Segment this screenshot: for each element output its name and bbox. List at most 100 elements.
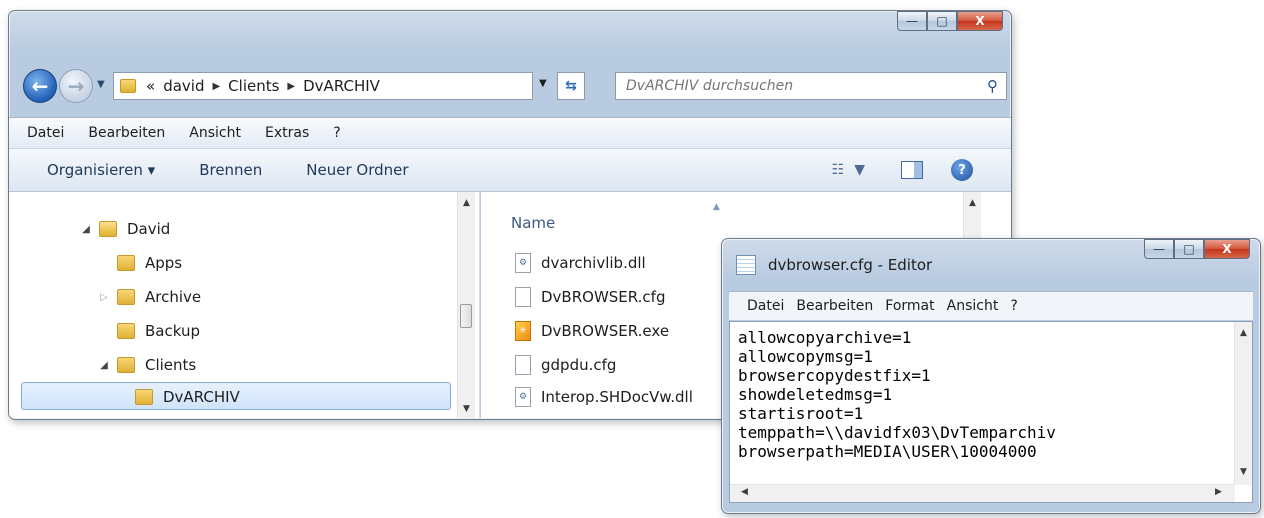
address-dropdown-icon[interactable]: ▼ [539, 78, 547, 89]
folder-icon [117, 323, 135, 339]
tree-item-clients[interactable]: ◢ Clients [97, 350, 196, 380]
text-line: allowcopymsg=1 [738, 347, 873, 366]
collapsed-arrow-icon[interactable]: ▷ [97, 292, 111, 303]
notepad-title-bar: dvbrowser.cfg - Editor [736, 255, 932, 275]
search-icon[interactable]: ⚲ [987, 77, 998, 95]
navigation-scrollbar[interactable]: ▲ ▼ [457, 192, 475, 418]
minimize-button[interactable]: — [1144, 239, 1174, 259]
tree-item-label: Archive [145, 288, 202, 306]
menu-bearbeiten[interactable]: Bearbeiten [88, 125, 165, 141]
breadcrumb-dvarchiv[interactable]: DvARCHIV [303, 77, 380, 95]
search-box[interactable]: ⚲ [615, 72, 1007, 100]
organize-button[interactable]: Organisieren ▾ [47, 161, 155, 179]
address-row: ← → ▼ « david ▶ Clients ▶ DvARCHIV ▼ ⇆ ⚲ [23, 69, 1007, 103]
tree-item-archive[interactable]: ▷ Archive [97, 282, 201, 312]
arrow-left-icon: ← [31, 74, 49, 98]
minimize-button[interactable]: — [897, 11, 927, 31]
text-line: browserpath=MEDIA\USER\10004000 [738, 442, 1037, 461]
tree-item-label: Backup [145, 322, 200, 340]
breadcrumb-overflow[interactable]: « [146, 77, 155, 95]
tree-item-dvarchiv[interactable]: DvARCHIV [115, 382, 240, 412]
sort-ascending-icon: ▲ [713, 202, 720, 212]
navigation-pane: ◢ David Apps ▷ Archive Backup ◢ Clients [9, 192, 480, 418]
notepad-caption-buttons: — □ X [1144, 239, 1250, 259]
file-item[interactable]: ⚙ Interop.SHDocVw.dll [515, 382, 693, 412]
menu-ansicht[interactable]: Ansicht [189, 125, 241, 141]
expanded-arrow-icon[interactable]: ◢ [97, 360, 111, 371]
dll-file-icon: ⚙ [515, 253, 531, 273]
expanded-arrow-icon[interactable]: ◢ [79, 224, 93, 235]
file-name: gdpdu.cfg [541, 356, 617, 374]
menu-help[interactable]: ? [333, 125, 340, 141]
breadcrumb-separator-icon[interactable]: ▶ [287, 81, 295, 92]
editor-horizontal-scrollbar[interactable]: ◀ ▶ [730, 484, 1235, 502]
file-item[interactable]: gdpdu.cfg [515, 350, 616, 380]
scroll-up-icon[interactable]: ▲ [1235, 328, 1252, 338]
folder-icon [117, 255, 135, 271]
scroll-down-icon[interactable]: ▼ [458, 404, 475, 414]
back-button[interactable]: ← [23, 69, 57, 103]
preview-pane-icon[interactable] [901, 161, 923, 179]
file-name: dvarchivlib.dll [541, 254, 646, 272]
forward-button[interactable]: → [59, 69, 93, 103]
tree-item-label: Apps [145, 254, 183, 272]
maximize-button[interactable]: □ [927, 11, 957, 31]
help-icon[interactable]: ? [951, 159, 973, 181]
refresh-icon: ⇆ [565, 78, 577, 94]
breadcrumb-clients[interactable]: Clients [228, 77, 279, 95]
text-line: startisroot=1 [738, 404, 864, 423]
text-line: browsercopydestfix=1 [738, 366, 931, 385]
text-line: temppath=\\davidfx03\DvTemparchiv [738, 423, 1056, 442]
editor-vertical-scrollbar[interactable]: ▲ ▼ [1234, 322, 1252, 485]
notepad-title: dvbrowser.cfg - Editor [768, 256, 933, 274]
file-name: DvBROWSER.cfg [541, 288, 666, 306]
new-folder-button[interactable]: Neuer Ordner [306, 161, 408, 179]
menu-extras[interactable]: Extras [265, 125, 309, 141]
folder-icon [135, 389, 153, 405]
recent-pages-dropdown[interactable]: ▼ [97, 79, 105, 90]
explorer-menu-bar: Datei Bearbeiten Ansicht Extras ? [9, 117, 1011, 149]
scroll-left-icon[interactable]: ◀ [736, 487, 753, 497]
folder-icon [117, 357, 135, 373]
text-line: allowcopyarchive=1 [738, 328, 912, 347]
notepad-menu-bar: Datei Bearbeiten Format Ansicht ? [729, 291, 1253, 320]
folder-icon [117, 289, 135, 305]
scroll-thumb[interactable] [460, 304, 472, 328]
menu-datei[interactable]: Datei [747, 298, 784, 314]
burn-button[interactable]: Brennen [199, 161, 262, 179]
breadcrumb-separator-icon[interactable]: ▶ [212, 81, 220, 92]
folder-icon [120, 79, 136, 93]
text-editor-area[interactable]: allowcopyarchive=1 allowcopymsg=1 browse… [729, 321, 1253, 503]
file-item[interactable]: ✳ DvBROWSER.exe [515, 316, 669, 346]
scroll-up-icon[interactable]: ▲ [964, 198, 981, 208]
view-options-dropdown-icon[interactable]: ▼ [854, 162, 865, 178]
file-item[interactable]: DvBROWSER.cfg [515, 282, 665, 312]
close-button[interactable]: X [957, 11, 1003, 31]
menu-ansicht[interactable]: Ansicht [947, 298, 999, 314]
menu-format[interactable]: Format [885, 298, 934, 314]
scroll-right-icon[interactable]: ▶ [1210, 487, 1227, 497]
menu-datei[interactable]: Datei [27, 125, 64, 141]
close-button[interactable]: X [1204, 239, 1250, 259]
maximize-button[interactable]: □ [1174, 239, 1204, 259]
arrow-right-icon: → [67, 74, 85, 98]
change-view-icon[interactable]: ☷ [832, 162, 845, 178]
file-name: Interop.SHDocVw.dll [541, 388, 693, 406]
breadcrumb-david[interactable]: david [163, 77, 204, 95]
explorer-caption-buttons: — □ X [897, 11, 1003, 31]
refresh-button[interactable]: ⇆ [557, 72, 585, 100]
tree-item-apps[interactable]: Apps [97, 248, 182, 278]
tree-item-backup[interactable]: Backup [97, 316, 200, 346]
tree-item-david[interactable]: ◢ David [79, 214, 170, 244]
scroll-down-icon[interactable]: ▼ [1235, 467, 1252, 477]
address-bar[interactable]: « david ▶ Clients ▶ DvARCHIV [113, 72, 533, 100]
menu-help[interactable]: ? [1010, 298, 1017, 314]
scroll-up-icon[interactable]: ▲ [458, 198, 475, 208]
dll-file-icon: ⚙ [515, 387, 531, 407]
column-header-name[interactable]: Name [511, 214, 555, 232]
search-input[interactable] [624, 77, 948, 95]
file-item[interactable]: ⚙ dvarchivlib.dll [515, 248, 646, 278]
notepad-window: dvbrowser.cfg - Editor — □ X Datei Bearb… [721, 238, 1261, 514]
menu-bearbeiten[interactable]: Bearbeiten [796, 298, 873, 314]
text-content[interactable]: allowcopyarchive=1 allowcopymsg=1 browse… [738, 328, 1056, 461]
